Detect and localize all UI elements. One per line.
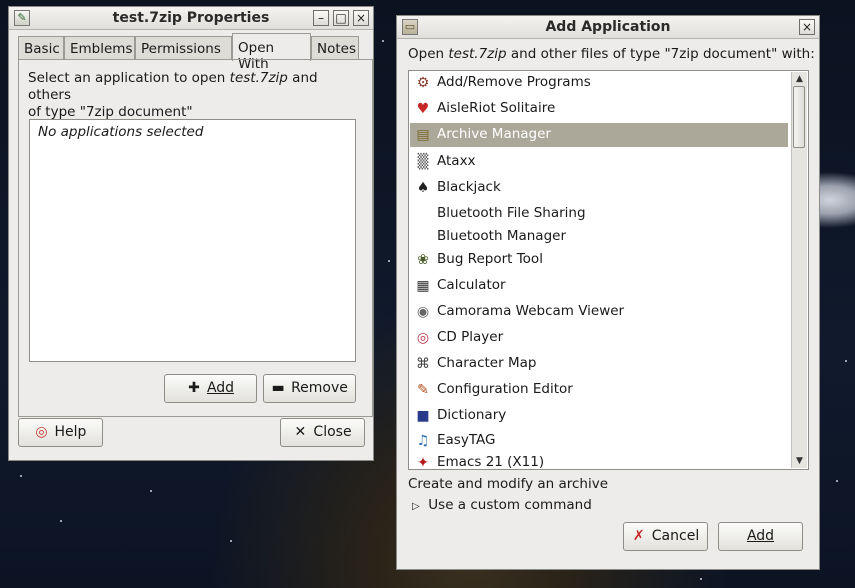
prompt-prefix: Open <box>408 46 445 62</box>
app-list-item[interactable]: ◎ CD Player <box>410 326 788 350</box>
app-list-item[interactable]: ▤ Archive Manager <box>410 123 788 147</box>
description-line2: of type "7zip document" <box>28 104 193 120</box>
app-list-item[interactable]: ⚙ Add/Remove Programs <box>410 71 788 95</box>
app-list-item[interactable]: Bluetooth File Sharing <box>410 202 788 226</box>
app-list-item[interactable]: ♥ AisleRiot Solitaire <box>410 97 788 121</box>
properties-window: ✎ test.7zip Properties – □ × Basic Emble… <box>8 6 374 461</box>
character-map-icon: ⌘ <box>416 356 430 372</box>
properties-titlebar[interactable]: ✎ test.7zip Properties – □ × <box>9 7 373 30</box>
cd-icon: ◎ <box>416 330 430 346</box>
add-app-titlebar[interactable]: ▭ Add Application × <box>397 16 819 39</box>
dictionary-icon: ■ <box>416 408 430 424</box>
add-app-button[interactable]: ✚ Add <box>164 374 257 403</box>
scroll-up-arrow-icon[interactable]: ▲ <box>792 72 807 86</box>
app-list-item-label: Bug Report Tool <box>437 251 543 267</box>
app-list-item-label: Ataxx <box>437 153 476 169</box>
open-with-description: Select an application to open test.7zip … <box>28 70 363 121</box>
tab-emblems[interactable]: Emblems <box>64 36 135 60</box>
applications-list[interactable]: No applications selected <box>29 119 356 362</box>
package-icon: ⚙ <box>416 75 430 91</box>
application-list[interactable]: ⚙ Add/Remove Programs ♥ AisleRiot Solitaire… <box>408 70 809 470</box>
app-list-item-label: Configuration Editor <box>437 381 573 397</box>
cancel-x-icon: ✗ <box>632 528 645 544</box>
app-list-item[interactable]: ■ Dictionary <box>410 404 788 428</box>
add-app-title: Add Application <box>545 19 671 35</box>
app-list-item-label: CD Player <box>437 329 504 345</box>
blackjack-cards-icon: ♠ <box>416 180 430 196</box>
scroll-down-arrow-icon[interactable]: ▼ <box>792 454 807 468</box>
app-list-item-label: Dictionary <box>437 407 507 423</box>
bug-icon: ❀ <box>417 252 429 268</box>
app-list-item[interactable]: ✎ Configuration Editor <box>410 378 788 402</box>
add-label: Add <box>746 528 775 544</box>
add-application-window: ▭ Add Application × Open test.7zip and o… <box>396 15 820 570</box>
app-list-item[interactable]: ▒ Ataxx <box>410 150 788 174</box>
minus-icon: ▬ <box>271 380 285 396</box>
ataxx-grid-icon: ▒ <box>417 154 429 170</box>
add-app-label: Add <box>206 380 235 396</box>
tab-basic[interactable]: Basic <box>18 36 64 60</box>
description-file: test.7zip <box>229 70 288 86</box>
scrollbar-thumb[interactable] <box>793 86 805 148</box>
add-app-prompt: Open test.7zip and other files of type "… <box>408 46 815 62</box>
app-list-item-label: AisleRiot Solitaire <box>437 100 556 116</box>
plus-icon: ✚ <box>188 380 200 396</box>
archive-icon: ▤ <box>416 127 430 143</box>
app-list-item[interactable]: ♫ EasyTAG <box>410 429 788 453</box>
cancel-button[interactable]: ✗ Cancel <box>623 522 708 551</box>
cards-icon: ♥ <box>416 101 430 117</box>
remove-app-button[interactable]: ▬ Remove <box>263 374 356 403</box>
list-scrollbar[interactable]: ▲ ▼ <box>791 72 807 468</box>
app-list-item[interactable]: Bluetooth Manager <box>410 225 788 249</box>
app-list-item-label: Bluetooth File Sharing <box>437 205 586 221</box>
app-list-item[interactable]: ✦ Emacs 21 (X11) <box>410 451 788 470</box>
prompt-file: test.7zip <box>448 46 507 62</box>
app-list-item-label: Blackjack <box>437 179 501 195</box>
help-label: Help <box>54 424 87 440</box>
close-label: Close <box>313 424 352 440</box>
close-add-app-window-button[interactable]: × <box>799 19 815 35</box>
maximize-button[interactable]: □ <box>333 10 349 26</box>
minimize-button[interactable]: – <box>313 10 329 26</box>
close-x-icon: ✕ <box>294 424 307 440</box>
close-button[interactable]: ✕ Close <box>280 418 365 447</box>
app-list-item[interactable]: ♠ Blackjack <box>410 176 788 200</box>
custom-command-expander[interactable]: ▷ Use a custom command <box>412 497 592 513</box>
app-list-item-label: Calculator <box>437 277 506 293</box>
app-list-item[interactable]: ❀ Bug Report Tool <box>410 248 788 272</box>
tab-permissions[interactable]: Permissions <box>135 36 232 60</box>
tab-open-with[interactable]: Open With <box>232 33 311 72</box>
app-list-item-label: Archive Manager <box>437 126 551 142</box>
description-prefix: Select an application to open <box>28 70 226 86</box>
app-list-item-label: Camorama Webcam Viewer <box>437 303 625 319</box>
calculator-icon: ▦ <box>416 278 430 294</box>
app-list-item[interactable]: ⌘ Character Map <box>410 352 788 376</box>
tab-notes[interactable]: Notes <box>311 36 359 60</box>
add-button[interactable]: Add <box>718 522 803 551</box>
remove-app-label: Remove <box>291 380 348 396</box>
app-list-item-label: Emacs 21 (X11) <box>437 454 545 470</box>
prompt-rest: and other files of type "7zip document" … <box>510 46 815 62</box>
lifebuoy-icon: ◎ <box>35 424 48 440</box>
app-list-item[interactable]: ◉ Camorama Webcam Viewer <box>410 300 788 324</box>
webcam-icon: ◉ <box>416 304 430 320</box>
app-list-item-label: Bluetooth Manager <box>437 228 567 244</box>
config-editor-icon: ✎ <box>417 382 429 398</box>
app-list-item-label: Character Map <box>437 355 537 371</box>
expander-arrow-icon: ▷ <box>412 501 420 512</box>
selected-app-description: Create and modify an archive <box>408 476 609 492</box>
emacs-icon: ✦ <box>417 455 429 470</box>
app-list-item-label: Add/Remove Programs <box>437 74 591 90</box>
help-button[interactable]: ◎ Help <box>18 418 103 447</box>
empty-list-text: No applications selected <box>38 124 204 140</box>
app-list-item-label: EasyTAG <box>437 432 496 448</box>
app-list-item[interactable]: ▦ Calculator <box>410 274 788 298</box>
open-with-panel: Select an application to open test.7zip … <box>18 59 373 417</box>
cancel-label: Cancel <box>651 528 700 544</box>
custom-command-label: Use a custom command <box>428 497 592 513</box>
close-window-button[interactable]: × <box>353 10 369 26</box>
easytag-icon: ♫ <box>416 433 430 449</box>
